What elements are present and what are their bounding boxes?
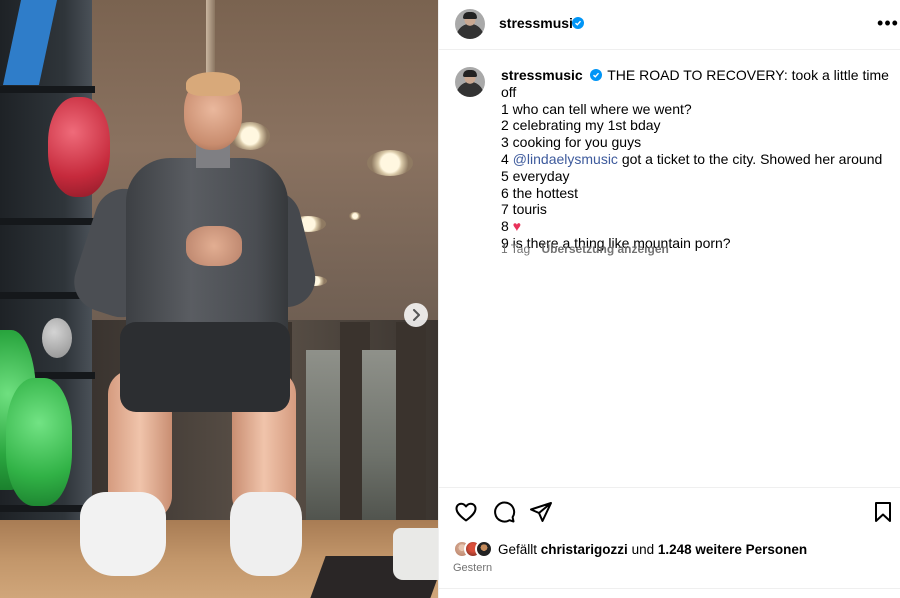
save-button[interactable] bbox=[870, 500, 896, 526]
comment-icon bbox=[494, 501, 516, 523]
caption-avatar[interactable] bbox=[455, 67, 485, 97]
more-options-icon: ••• bbox=[877, 13, 899, 33]
hands bbox=[186, 226, 242, 266]
caption-item: 3 cooking for you guys bbox=[501, 134, 642, 151]
caption-item: 5 everyday bbox=[501, 167, 570, 184]
caption-section: stressmusic THE ROAD TO RECOVERY: took a… bbox=[439, 51, 900, 486]
caption-first-line: stressmusic THE ROAD TO RECOVERY: took a… bbox=[501, 67, 896, 101]
ceiling-light bbox=[367, 150, 413, 176]
post-header: stressmusic ••• bbox=[439, 0, 900, 50]
caption-item-number: 4 bbox=[501, 150, 513, 167]
caption-item-mention-line: 4 @lindaelysmusic got a ticket to the ci… bbox=[501, 151, 896, 168]
header-username[interactable]: stressmusic bbox=[499, 15, 581, 31]
ceiling-pipe bbox=[206, 0, 215, 78]
likes-row: Gefällt christarigozzi und 1.248 weitere… bbox=[453, 539, 807, 559]
caption-verified-badge bbox=[589, 69, 602, 81]
caption-item-text: got a ticket to the city. Showed her aro… bbox=[617, 150, 883, 167]
next-media-button[interactable] bbox=[404, 303, 428, 327]
likes-text: Gefällt christarigozzi und 1.248 weitere… bbox=[498, 542, 807, 557]
avatar-cap bbox=[463, 12, 477, 19]
grey-ball bbox=[42, 318, 72, 358]
caption-item: 1 who can tell where we went? bbox=[501, 100, 692, 117]
bookmark-icon bbox=[875, 502, 891, 522]
caption-username[interactable]: stressmusic bbox=[501, 67, 583, 83]
forest-print bbox=[362, 350, 396, 525]
wall-panel bbox=[396, 322, 426, 527]
hair bbox=[186, 72, 240, 96]
likes-count[interactable]: 1.248 weitere Personen bbox=[658, 542, 807, 557]
verified-badge-icon bbox=[572, 17, 584, 29]
right-sock bbox=[230, 492, 302, 576]
green-exercise-ball bbox=[6, 378, 72, 506]
avatar-cap bbox=[463, 70, 477, 77]
share-button[interactable] bbox=[528, 500, 554, 526]
likes-prefix: Gefällt bbox=[498, 541, 541, 557]
shoe bbox=[393, 528, 438, 580]
caption-item-emoji-line: 8 ♥ bbox=[501, 218, 896, 235]
caption-item-number: 8 bbox=[501, 218, 513, 235]
chevron-right-icon bbox=[413, 309, 420, 321]
post-media[interactable] bbox=[0, 0, 438, 598]
more-options-button[interactable]: ••• bbox=[877, 12, 899, 34]
share-icon bbox=[530, 502, 552, 522]
rack-item bbox=[2, 0, 58, 85]
caption-meta: 1 Tag Übersetzung anzeigen bbox=[501, 242, 669, 256]
post-sidebar: stressmusic ••• stressmusic THE ROAD TO … bbox=[438, 0, 900, 598]
person-doing-wall-sit bbox=[66, 70, 322, 580]
divider bbox=[439, 588, 900, 589]
mention-link[interactable]: @lindaelysmusic bbox=[513, 151, 618, 167]
shorts bbox=[120, 322, 290, 412]
caption-text: stressmusic THE ROAD TO RECOVERY: took a… bbox=[501, 67, 896, 252]
left-sock bbox=[80, 492, 166, 576]
avatar[interactable] bbox=[455, 9, 485, 39]
liker-avatar[interactable] bbox=[475, 540, 493, 558]
post-dialog: stressmusic ••• stressmusic THE ROAD TO … bbox=[0, 0, 900, 598]
ceiling-light bbox=[349, 212, 361, 220]
post-date: Gestern bbox=[453, 562, 493, 574]
heart-icon bbox=[455, 502, 477, 522]
like-button[interactable] bbox=[453, 500, 479, 526]
verified-badge-icon bbox=[589, 69, 602, 81]
comment-button[interactable] bbox=[491, 500, 517, 526]
translate-button[interactable]: Übersetzung anzeigen bbox=[541, 242, 668, 256]
heart-emoji: ♥ bbox=[512, 218, 521, 235]
caption-item: 6 the hottest bbox=[501, 184, 579, 201]
caption-item: 7 touris bbox=[501, 201, 547, 218]
liker-username[interactable]: christarigozzi bbox=[541, 542, 628, 557]
likes-middle: und bbox=[627, 541, 658, 557]
caption-item: 2 celebrating my 1st bday bbox=[501, 117, 661, 134]
post-age: 1 Tag bbox=[501, 242, 531, 256]
action-bar: Gefällt christarigozzi und 1.248 weitere… bbox=[439, 487, 900, 597]
